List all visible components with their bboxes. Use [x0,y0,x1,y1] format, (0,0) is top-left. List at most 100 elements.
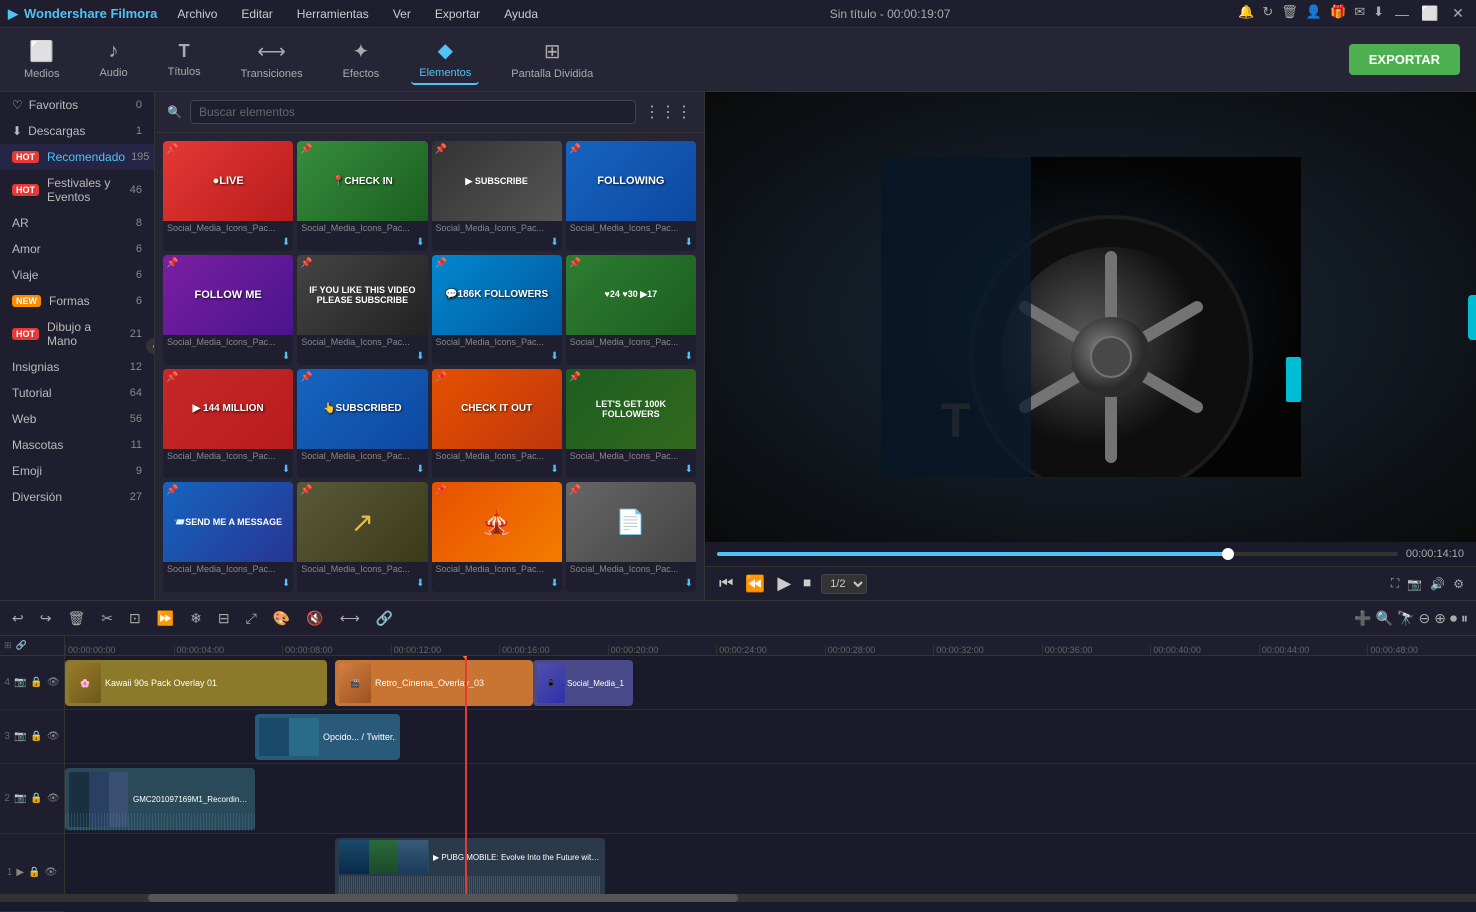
fit-button[interactable]: ⤢ [242,608,261,629]
element-card-11[interactable]: CHECK IT OUT 📌 ⬇ Social_Media_Icons_Pac.… [432,369,562,479]
menu-editar[interactable]: Editar [237,5,276,23]
icon-download[interactable]: ⬇ [1373,4,1384,24]
frame-back-button[interactable]: ⏪ [743,572,767,596]
tab-transiciones[interactable]: ⟷ Transiciones [233,35,311,84]
element-card-14[interactable]: ↗ 📌 ⬇ Social_Media_Icons_Pac... [297,482,427,592]
clip-overlay[interactable]: Opcido... / Twitter... [255,714,400,760]
menu-archivo[interactable]: Archivo [173,5,221,23]
element-card-10[interactable]: 👆SUBSCRIBED 📌 ⬇ Social_Media_Icons_Pac..… [297,369,427,479]
element-card-4[interactable]: FOLLOWING 📌 ⬇ Social_Media_Icons_Pac... [566,141,696,251]
icon-trash[interactable]: 🗑 [1281,4,1298,24]
sidebar-item-diversion[interactable]: Diversión 27 [0,484,154,510]
menu-ver[interactable]: Ver [389,5,415,23]
crop-button[interactable]: ⊡ [125,608,145,629]
element-card-7[interactable]: 💬186K FOLLOWERS 📌 ⬇ Social_Media_Icons_P… [432,255,562,365]
sidebar-item-formas[interactable]: NEW Formas 6 [0,288,154,314]
record-icon[interactable]: ⏺ [1450,610,1457,627]
clip-social[interactable]: 📱 Social_Media_1 [533,660,633,706]
playhead[interactable] [465,656,467,894]
sidebar-item-tutorial[interactable]: Tutorial 64 [0,380,154,406]
menu-exportar[interactable]: Exportar [431,5,484,23]
tab-efectos[interactable]: ✦ Efectos [335,35,388,84]
sidebar-item-insignias[interactable]: Insignias 12 [0,354,154,380]
clip-pubg[interactable]: ▶ PUBG MOBILE: Evolve Into the Future wi… [335,838,605,894]
sidebar-collapse-button[interactable]: ‹ [146,338,155,354]
track-1-eye-icon[interactable]: 👁 [45,867,58,878]
sidebar-item-viaje[interactable]: Viaje 6 [0,262,154,288]
icon-gift[interactable]: 🎁 [1330,4,1346,24]
element-card-6[interactable]: IF YOU LIKE THIS VIDEO PLEASE SUBSCRIBE … [297,255,427,365]
speed-select[interactable]: 1/2 1 2 [821,574,867,594]
play-button[interactable]: ▶ [775,571,793,596]
clip-retro[interactable]: 🎬 Retro_Cinema_Overlay_03 [335,660,533,706]
expand-icon[interactable]: ⊕ [1434,610,1446,627]
sidebar-item-descargas[interactable]: ⬇ Descargas 1 [0,118,154,144]
add-track-label-icon[interactable]: ⊞ [4,640,12,651]
element-card-5[interactable]: FOLLOW ME 📌 ⬇ Social_Media_Icons_Pac... [163,255,293,365]
cut-button[interactable]: ✂ [97,608,117,629]
element-card-15[interactable]: 🎪 📌 ⬇ Social_Media_Icons_Pac... [432,482,562,592]
fullscreen-icon[interactable]: ⛶ [1391,576,1399,591]
progress-bar[interactable] [717,552,1398,556]
element-card-12[interactable]: LET'S GET 100K FOLLOWERS 📌 ⬇ Social_Medi… [566,369,696,479]
element-card-1[interactable]: ●LIVE 📌 ⬇ Social_Media_Icons_Pac... [163,141,293,251]
sidebar-item-recomendado[interactable]: HOT Recomendado 195 [0,144,154,170]
icon-notification[interactable]: 🔔 [1238,4,1254,24]
audio-sep-button[interactable]: 🔇 [302,608,327,629]
track-3-eye-icon[interactable]: 👁 [47,731,60,742]
tab-elementos[interactable]: ◆ Elementos [411,34,479,85]
search-input[interactable] [190,100,636,124]
volume-icon[interactable]: 🔊 [1430,577,1445,591]
zoom-out-icon[interactable]: 🔭 [1397,610,1414,627]
settings-icon[interactable]: ⚙ [1453,577,1464,591]
color-button[interactable]: 🎨 [269,608,294,629]
sidebar-item-amor[interactable]: Amor 6 [0,236,154,262]
grid-toggle-icon[interactable]: ⋮⋮⋮ [644,102,692,122]
export-button[interactable]: EXPORTAR [1349,44,1460,75]
element-card-16[interactable]: 📄 📌 ⬇ Social_Media_Icons_Pac... [566,482,696,592]
pause-all-icon[interactable]: ⏸ [1461,610,1468,627]
clip-kawaii[interactable]: 🌸 Kawaii 90s Pack Overlay 01 [65,660,327,706]
sidebar-item-ar[interactable]: AR 8 [0,210,154,236]
redo-button[interactable]: ↪ [36,608,56,629]
track-3-lock-icon[interactable]: 🔒 [30,731,42,742]
snapshot-icon[interactable]: 📷 [1407,577,1422,591]
sidebar-item-mascotas[interactable]: Mascotas 11 [0,432,154,458]
element-card-3[interactable]: ▶ SUBSCRIBE 📌 ⬇ Social_Media_Icons_Pac..… [432,141,562,251]
icon-refresh[interactable]: ↻ [1262,4,1273,24]
skip-back-button[interactable]: ⏮ [717,573,735,595]
link-icon[interactable]: 🔗 [16,640,27,651]
sidebar-item-emoji[interactable]: Emoji 9 [0,458,154,484]
element-card-9[interactable]: ▶ 144 MILLION 📌 ⬇ Social_Media_Icons_Pac… [163,369,293,479]
menu-herramientas[interactable]: Herramientas [293,5,373,23]
speed-button[interactable]: ⏩ [153,608,178,629]
close-button[interactable]: ✕ [1448,4,1468,24]
freeze-button[interactable]: ❄ [186,608,206,629]
add-track-icon[interactable]: ➕ [1354,610,1371,627]
collapse-icon[interactable]: ⊖ [1419,610,1431,627]
undo-button[interactable]: ↩ [8,608,28,629]
timeline-scrollbar[interactable] [0,894,1476,902]
snap-button[interactable]: 🔗 [372,608,397,629]
icon-mail[interactable]: ✉ [1354,4,1365,24]
sidebar-item-favoritos[interactable]: ♡ Favoritos 0 [0,92,154,118]
maximize-button[interactable]: ⬜ [1420,4,1440,24]
zoom-in-icon[interactable]: 🔍 [1376,610,1393,627]
progress-thumb[interactable] [1222,548,1234,560]
tab-pantalla-dividida[interactable]: ⊞ Pantalla Dividida [503,35,601,84]
sidebar-item-dibujo[interactable]: HOT Dibujo a Mano 21 [0,314,154,354]
icon-user[interactable]: 👤 [1306,4,1322,24]
timeline-ruler[interactable]: 00:00:00:00 00:00:04:00 00:00:08:00 00:0… [65,636,1476,656]
element-card-2[interactable]: 📍CHECK IN 📌 ⬇ Social_Media_Icons_Pac... [297,141,427,251]
track-4-eye-icon[interactable]: 👁 [47,677,60,688]
timeline-scrollbar-thumb[interactable] [148,894,738,902]
track-4-lock-icon[interactable]: 🔒 [30,677,42,688]
tab-medios[interactable]: ⬜ Medios [16,35,67,84]
menu-ayuda[interactable]: Ayuda [500,5,542,23]
split-button[interactable]: ⊟ [214,608,234,629]
stop-button[interactable]: ⏹ [801,573,813,595]
tab-audio[interactable]: ♪ Audio [91,36,135,83]
sidebar-item-festivales[interactable]: HOT Festivales y Eventos 46 [0,170,154,210]
element-card-13[interactable]: 📨SEND ME A MESSAGE 📌 ⬇ Social_Media_Icon… [163,482,293,592]
transition-button[interactable]: ⟷ [336,608,364,629]
